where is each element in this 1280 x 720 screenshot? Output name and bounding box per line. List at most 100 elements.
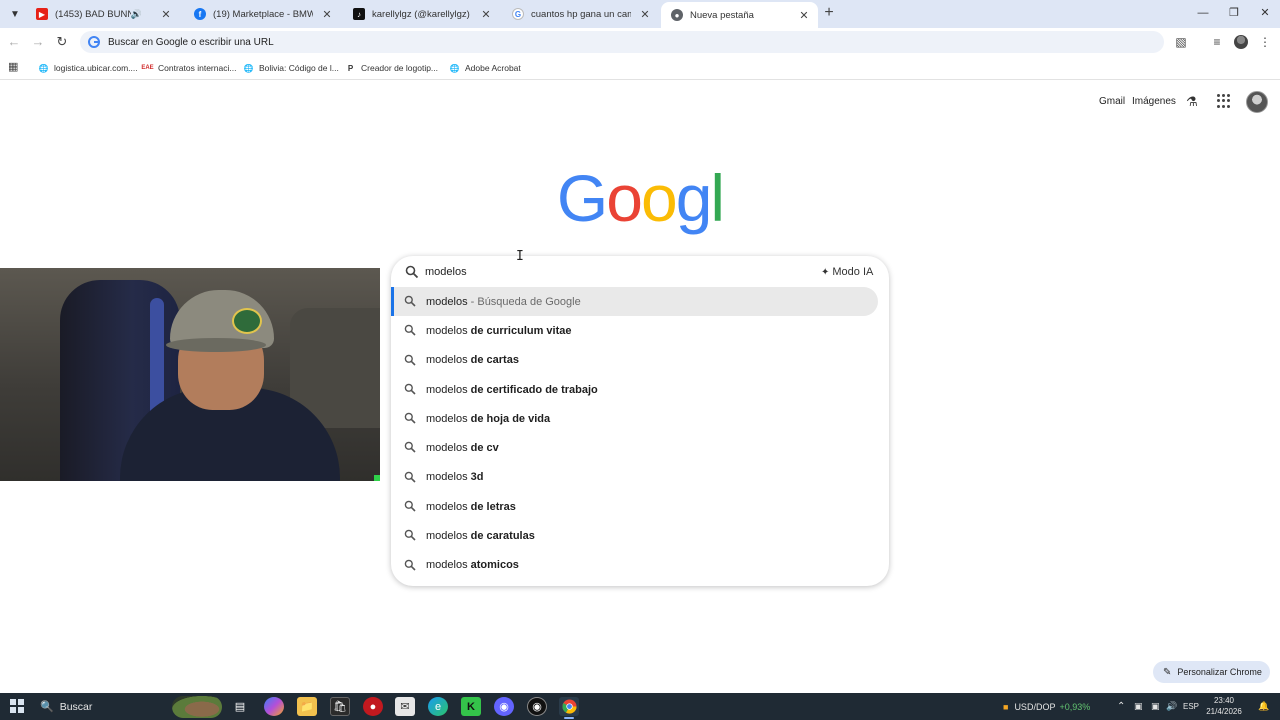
logo-letter: G [556,161,608,235]
new-tab-plus-icon[interactable]: + [822,4,836,22]
notification-bell-icon[interactable]: 🔔 [1258,693,1269,720]
chrome-taskbar-icon[interactable] [559,697,579,719]
microsoft-store-icon[interactable]: 🛍 [330,697,350,716]
omnibox[interactable] [80,31,1164,53]
close-tab-icon[interactable]: ✕ [798,9,810,22]
tab-tiktok[interactable]: ♪ karellylgz (@karellylgz) | TikTok ✕ [343,2,500,26]
windows-taskbar: 🔍 Buscar ▤ 📁 🛍 ● ✉ e K ◉ ◉ ■ USD/DOP +0,… [0,693,1280,720]
account-avatar[interactable] [1246,91,1268,113]
tab-google-search[interactable]: G cuantos hp gana un camaro v8 ✕ [502,2,659,26]
mail-icon[interactable]: ✉ [395,697,415,716]
close-tab-icon[interactable]: ✕ [160,8,172,21]
suggestion-prefix: modelos [426,500,468,513]
suggestion-text: modelos de curriculum vitae [426,325,572,337]
gmail-link[interactable]: Gmail [1099,96,1125,107]
network-icon[interactable]: ▣ [1151,693,1160,720]
toolbar: ← → ↻ ▧ ≡ ⋮ [0,28,1280,56]
restore-icon[interactable]: ❐ [1224,4,1244,22]
speaker-icon[interactable]: 🔊 [131,9,142,20]
apps-grid-icon[interactable]: ▦ [8,61,20,73]
file-explorer-icon[interactable]: 📁 [297,697,317,716]
currency-widget[interactable]: ■ USD/DOP +0,93% [1003,693,1090,720]
tab-new-tab[interactable]: ● Nueva pestaña ✕ [661,2,818,28]
search-input[interactable] [425,264,805,280]
google-apps-icon[interactable] [1217,94,1231,108]
tab-youtube[interactable]: ▶ (1453) BAD BUNNY x ANUEL 🔊 ✕ [26,2,180,26]
show-hidden-icons-chevron-icon[interactable]: ⌃ [1117,693,1125,720]
chat-app-icon[interactable]: ◉ [494,697,514,716]
suggestion-completion: de cv [467,442,499,455]
suggestion-completion: 3d [467,471,484,484]
suggestion-row[interactable]: modelos de hoja de vida [391,404,889,433]
tab-title: cuantos hp gana un camaro v8 [531,8,631,20]
suggestion-row[interactable]: modelos de caratulas [391,521,889,550]
bookmark-adobe-acrobat[interactable]: 🌐 Adobe Acrobat [449,60,521,76]
close-tab-icon[interactable]: ✕ [321,8,333,21]
bookmarks-bar: ▦ 🌐 logistica.ubicar.com.... EAE Contrat… [0,56,1280,80]
search-icon [404,442,416,454]
close-window-icon[interactable]: ✕ [1255,4,1275,22]
suggestion-row[interactable]: modelos de cv [391,433,889,462]
reload-icon[interactable]: ↻ [53,33,71,51]
bookmark-logistica[interactable]: 🌐 logistica.ubicar.com.... [38,60,138,76]
app-red-icon[interactable]: ● [363,697,383,716]
close-tab-icon[interactable]: ✕ [480,8,492,21]
suggestion-row[interactable]: modelos de curriculum vitae [391,316,889,345]
task-view-icon[interactable]: ▤ [230,697,250,716]
windows-start-icon[interactable] [10,699,24,713]
tab-search-chevron-icon[interactable]: ▼ [6,5,24,23]
search-icon [404,559,416,571]
suggestion-row[interactable]: modelos - Búsqueda de Google [391,287,878,317]
search-highlight-image[interactable] [172,696,222,718]
suggestion-row[interactable]: modelos de certificado de trabajo [391,375,889,404]
suggestion-completion: de certificado de trabajo [467,383,598,396]
copilot-icon[interactable] [264,697,284,716]
minimize-icon[interactable]: — [1193,4,1213,22]
edge-icon[interactable]: e [428,697,448,716]
omnibox-input[interactable] [108,36,708,48]
logo-letter: g [675,161,713,235]
system-clock[interactable]: 23:40 21/4/2026 [1200,695,1248,717]
obs-icon[interactable]: ◉ [527,697,547,716]
language-indicator[interactable]: ESP [1183,693,1199,720]
profile-avatar-icon[interactable] [1234,35,1248,49]
search-icon: 🔍 [40,701,54,713]
bookmark-creador-logotipos[interactable]: P Creador de logotip... [345,60,438,76]
kick-icon[interactable]: K [461,697,481,716]
suggestion-completion: de letras [467,500,516,513]
suggestion-row[interactable]: modelos atomicos [391,551,889,580]
cap-patch [232,308,262,334]
tab-facebook-marketplace[interactable]: f (19) Marketplace - BMW M5 pa ✕ [184,2,341,26]
currency-pair: USD/DOP [1014,701,1056,712]
customize-chrome-button[interactable]: ✎ Personalizar Chrome [1153,661,1270,683]
bookmark-contratos[interactable]: EAE Contratos internaci... [141,60,236,76]
forward-arrow-icon[interactable]: → [29,33,47,51]
back-arrow-icon[interactable]: ← [5,33,23,51]
suggestion-row[interactable]: modelos de letras [391,492,889,521]
media-controls-icon[interactable]: ≡ [1208,33,1226,51]
ai-search-icon: ✦ [821,266,830,278]
logo-letter: l [710,161,725,235]
suggestion-row[interactable]: modelos 3d [391,463,889,492]
chrome-menu-icon[interactable]: ⋮ [1256,33,1274,51]
search-icon [404,354,416,366]
meet-now-icon[interactable]: ▣ [1134,693,1143,720]
tiktok-icon: ♪ [353,8,365,20]
suggestion-prefix: modelos [426,442,468,455]
volume-icon[interactable]: 🔊 [1166,693,1177,720]
suggestion-row[interactable]: modelos de cartas [391,346,889,375]
suggestion-prefix: modelos [426,530,468,543]
suggestion-completion: - Búsqueda de Google [467,295,581,308]
suggestion-prefix: modelos [426,412,468,425]
images-link[interactable]: Imágenes [1132,96,1176,107]
bookmark-bolivia[interactable]: 🌐 Bolivia: Código de l... [243,60,339,76]
close-tab-icon[interactable]: ✕ [639,8,651,21]
search-icon [404,295,416,307]
search-icon [404,383,416,395]
extensions-puzzle-icon[interactable]: ▧ [1172,33,1190,51]
pencil-icon: ✎ [1163,666,1172,678]
search-icon [404,530,416,541]
youtube-icon: ▶ [36,8,48,20]
labs-flask-icon[interactable]: ⚗ [1186,94,1198,110]
modo-ia-button[interactable]: ✦ Modo IA [815,262,879,282]
